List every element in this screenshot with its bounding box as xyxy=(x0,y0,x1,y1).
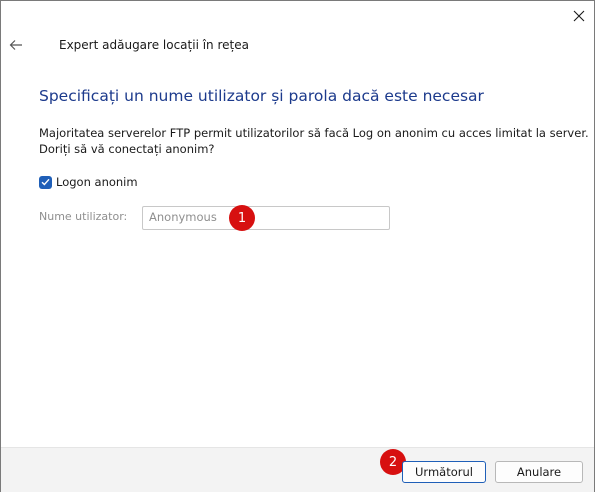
anonymous-logon-checkbox[interactable] xyxy=(39,175,52,189)
description: Majoritatea serverelor FTP permit utiliz… xyxy=(39,125,589,157)
username-label: Nume utilizator: xyxy=(39,210,128,223)
close-icon xyxy=(573,10,585,22)
wizard-title: Expert adăugare locații în rețea xyxy=(59,38,249,52)
callout-badge-1: 1 xyxy=(229,205,255,231)
description-line-2: Doriți să vă conectați anonim? xyxy=(39,142,215,156)
cancel-button[interactable]: Anulare xyxy=(495,461,583,483)
page-heading: Specificați un nume utilizator și parola… xyxy=(39,87,484,105)
back-arrow-icon xyxy=(9,40,22,50)
description-line-1: Majoritatea serverelor FTP permit utiliz… xyxy=(39,126,589,140)
checkmark-icon xyxy=(41,178,50,186)
anonymous-logon-option[interactable]: Logon anonim xyxy=(39,174,138,190)
close-button[interactable] xyxy=(563,1,595,31)
back-button[interactable] xyxy=(5,34,27,56)
wizard-window: Expert adăugare locații în rețea Specifi… xyxy=(0,0,595,492)
anonymous-logon-label: Logon anonim xyxy=(56,175,138,189)
username-input[interactable]: Anonymous xyxy=(142,206,390,230)
next-button[interactable]: Următorul xyxy=(402,461,486,483)
